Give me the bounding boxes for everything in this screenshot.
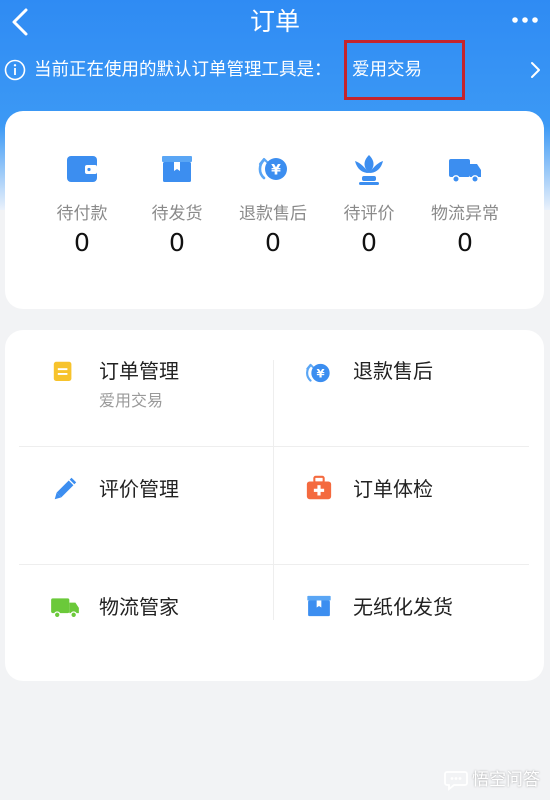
- list-icon: [53, 361, 72, 381]
- status-pending-review[interactable]: 待评价 0: [319, 151, 419, 258]
- nav-bar: 订单: [0, 0, 550, 44]
- highlight-box: [344, 40, 465, 100]
- notice-text: 当前正在使用的默认订单管理工具是：: [34, 60, 332, 80]
- status-count: 0: [169, 228, 185, 257]
- box-icon: [307, 595, 331, 617]
- status-label: 待付款: [56, 204, 108, 224]
- status-count: 0: [361, 228, 377, 257]
- tool-name: 订单体检: [353, 477, 433, 501]
- tool-name: 评价管理: [99, 477, 179, 501]
- pencil-icon: [54, 477, 77, 500]
- status-refund[interactable]: ¥ 退款售后 0: [223, 151, 323, 258]
- status-count: 0: [457, 228, 473, 257]
- tool-logistics-manager[interactable]: 物流管家: [13, 576, 268, 676]
- status-label: 待评价: [343, 204, 395, 224]
- tool-review-management[interactable]: 评价管理: [13, 458, 268, 558]
- yuan-refund-icon: ¥: [258, 157, 287, 180]
- truck-icon: [51, 598, 79, 619]
- order-tools-card: 订单管理 爱用交易 ¥ 退款售后 评价管理 订单体检 物流管家 无纸化发货: [5, 330, 544, 681]
- order-status-card: 待付款 0 待发货 0 ¥ 退款售后 0 待评价 0 物流异常 0: [5, 111, 544, 309]
- page-title: 订单: [249, 7, 300, 36]
- tool-refund-aftersales[interactable]: ¥ 退款售后: [267, 340, 522, 440]
- svg-text:¥: ¥: [316, 367, 324, 381]
- yuan-refund-icon: ¥: [306, 363, 330, 383]
- box-icon: [162, 156, 192, 182]
- status-count: 0: [265, 228, 281, 257]
- watermark-text: 悟空问答: [472, 770, 540, 790]
- tool-name: 订单管理: [99, 359, 179, 383]
- svg-text:¥: ¥: [271, 163, 281, 179]
- status-label: 待发货: [151, 204, 203, 224]
- tool-name: 无纸化发货: [353, 595, 453, 619]
- tool-order-checkup[interactable]: 订单体检: [267, 458, 522, 558]
- wallet-icon: [67, 156, 97, 182]
- watermark: 悟空问答: [444, 766, 540, 794]
- tool-subtitle: 爱用交易: [99, 391, 164, 410]
- chat-bubble-icon: [444, 771, 468, 791]
- tool-name: 物流管家: [99, 595, 179, 619]
- status-count: 0: [74, 228, 90, 257]
- status-pending-shipment[interactable]: 待发货 0: [127, 151, 227, 258]
- tool-name: 退款售后: [353, 359, 433, 383]
- info-icon: [4, 59, 26, 81]
- tool-paperless-shipping[interactable]: 无纸化发货: [267, 576, 522, 676]
- chevron-right-icon: [531, 62, 540, 78]
- tool-order-management[interactable]: 订单管理 爱用交易: [13, 340, 268, 440]
- status-pending-payment[interactable]: 待付款 0: [32, 151, 132, 258]
- medkit-icon: [306, 475, 332, 500]
- default-tool-notice[interactable]: 当前正在使用的默认订单管理工具是： 爱用交易: [0, 40, 550, 100]
- flower-icon: [355, 155, 383, 185]
- row-divider: [19, 446, 529, 447]
- status-label: 物流异常: [431, 204, 499, 224]
- truck-icon: [449, 159, 481, 183]
- status-logistics-exception[interactable]: 物流异常 0: [415, 151, 515, 258]
- status-label: 退款售后: [239, 204, 307, 224]
- back-button[interactable]: [6, 6, 36, 38]
- more-options-button[interactable]: [508, 8, 542, 32]
- row-divider: [19, 564, 529, 565]
